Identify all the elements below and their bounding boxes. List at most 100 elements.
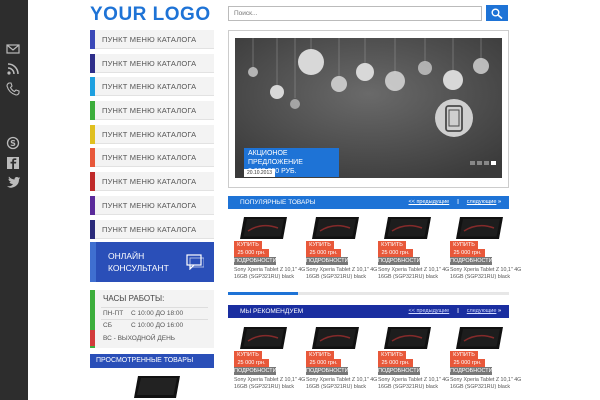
details-button[interactable]: ПОДРОБНОСТИ: [450, 257, 493, 265]
menu-item-8[interactable]: ПУНКТ МЕНЮ КАТАЛОГА: [90, 195, 214, 215]
prev-link[interactable]: << предыдущие: [409, 308, 450, 314]
site-logo[interactable]: YOUR LOGO: [90, 4, 211, 26]
product-image[interactable]: [306, 326, 361, 352]
menu-item-1[interactable]: ПУНКТ МЕНЮ КАТАЛОГА: [90, 30, 214, 49]
details-button[interactable]: ПОДРОБНОСТИ: [234, 367, 277, 375]
product-image[interactable]: [306, 216, 361, 242]
hours-time: С 10:00 ДО 16:00: [131, 322, 184, 329]
viewed-product-thumbnail[interactable]: [132, 374, 182, 400]
product-image[interactable]: [378, 326, 433, 352]
menu-item-label: ПУНКТ МЕНЮ КАТАЛОГА: [102, 82, 197, 92]
twitter-icon[interactable]: [6, 176, 20, 190]
details-button[interactable]: ПОДРОБНОСТИ: [378, 257, 421, 265]
slider-dot[interactable]: [484, 161, 489, 165]
banner-slider[interactable]: АКЦИОНОЕ ПРЕДЛОЖЕНИЕ 2 000 000 РУБ. 20.1…: [228, 30, 509, 188]
menu-color-bar: [90, 101, 95, 121]
recommended-products-list: КУПИТЬ 25 000 грн. ПОДРОБНОСТИ Sony Xperia …: [228, 322, 521, 400]
menu-item-6[interactable]: ПУНКТ МЕНЮ КАТАЛОГА: [90, 148, 214, 168]
next-arrow-icon[interactable]: »: [498, 199, 501, 205]
slider-dot[interactable]: [477, 161, 482, 165]
product-name[interactable]: Sony Xperia Tablet Z 10,1" 4G 16GB (SGP3…: [378, 267, 450, 281]
promo-line-1: АКЦИОНОЕ ПРЕДЛОЖЕНИЕ: [248, 150, 303, 166]
menu-item-9[interactable]: ПУНКТ МЕНЮ КАТАЛОГА: [90, 219, 214, 239]
social-rail: S: [0, 0, 28, 400]
viewed-products-header[interactable]: ПРОСМОТРЕННЫЕ ТОВАРЫ: [90, 354, 214, 368]
next-arrow-icon[interactable]: »: [498, 308, 501, 314]
product-name[interactable]: Sony Xperia Tablet Z 10,1" 4G 16GB (SGP3…: [450, 377, 522, 391]
details-button[interactable]: ПОДРОБНОСТИ: [306, 367, 349, 375]
buy-button[interactable]: КУПИТЬ: [306, 351, 334, 359]
product-image[interactable]: [378, 216, 433, 242]
search-input[interactable]: [228, 6, 482, 21]
menu-color-bar: [90, 53, 95, 73]
menu-item-label: ПУНКТ МЕНЮ КАТАЛОГА: [102, 153, 197, 163]
menu-item-5[interactable]: ПУНКТ МЕНЮ КАТАЛОГА: [90, 124, 214, 144]
product-name[interactable]: Sony Xperia Tablet Z 10,1" 4G 16GB (SGP3…: [378, 377, 450, 391]
details-button[interactable]: ПОДРОБНОСТИ: [450, 367, 493, 375]
buy-button[interactable]: КУПИТЬ: [306, 241, 334, 249]
buy-button[interactable]: КУПИТЬ: [450, 241, 478, 249]
prev-link[interactable]: << предыдущие: [409, 199, 450, 205]
facebook-icon[interactable]: [6, 156, 20, 170]
consult-label: ОНЛАЙН КОНСУЛЬТАНТ: [108, 250, 169, 274]
buy-button[interactable]: КУПИТЬ: [450, 351, 478, 359]
product-price: 25 000 грн.: [450, 249, 485, 257]
slider-dot[interactable]: [470, 161, 475, 165]
details-button[interactable]: ПОДРОБНОСТИ: [234, 257, 277, 265]
hours-time: С 10:00 ДО 18:00: [131, 310, 184, 317]
product-name[interactable]: Sony Xperia Tablet Z 10,1" 4G 16GB (SGP3…: [306, 377, 378, 391]
menu-color-bar: [90, 172, 95, 192]
product-name[interactable]: Sony Xperia Tablet Z 10,1" 4G 16GB (SGP3…: [234, 377, 306, 391]
hours-weekend-label: ВС - ВЫХОДНОЙ ДЕНЬ: [103, 335, 176, 342]
divider: [101, 319, 208, 320]
product-name[interactable]: Sony Xperia Tablet Z 10,1" 4G 16GB (SGP3…: [306, 267, 378, 281]
phone-icon[interactable]: [6, 82, 20, 96]
catalog-menu: ПУНКТ МЕНЮ КАТАЛОГА ПУНКТ МЕНЮ КАТАЛОГА …: [90, 30, 214, 243]
product-image[interactable]: [450, 216, 505, 242]
banner-image: АКЦИОНОЕ ПРЕДЛОЖЕНИЕ 2 000 000 РУБ. 20.1…: [235, 38, 502, 178]
hours-day: ПН-ПТ: [103, 310, 124, 317]
rss-icon[interactable]: [6, 62, 20, 76]
product-image[interactable]: [234, 216, 289, 242]
section-title: МЫ РЕКОМЕНДУЕМ: [240, 308, 304, 315]
consult-line-2: КОНСУЛЬТАНТ: [108, 263, 169, 273]
product-image[interactable]: [234, 326, 289, 352]
menu-item-label: ПУНКТ МЕНЮ КАТАЛОГА: [102, 224, 197, 234]
menu-item-label: ПУНКТ МЕНЮ КАТАЛОГА: [102, 200, 197, 210]
product-price: 25 000 грн.: [378, 359, 413, 367]
nav-separator: |: [457, 199, 459, 205]
buy-button[interactable]: КУПИТЬ: [378, 241, 406, 249]
buy-button[interactable]: КУПИТЬ: [234, 241, 262, 249]
product-name[interactable]: Sony Xperia Tablet Z 10,1" 4G 16GB (SGP3…: [234, 267, 306, 281]
next-link[interactable]: следующие: [467, 199, 497, 205]
online-consultant-button[interactable]: ОНЛАЙН КОНСУЛЬТАНТ: [90, 242, 214, 282]
skype-icon[interactable]: S: [6, 136, 20, 150]
product-price: 25 000 грн.: [306, 249, 341, 257]
hours-row-weekdays: ПН-ПТ С 10:00 ДО 18:00: [103, 310, 183, 317]
details-button[interactable]: ПОДРОБНОСТИ: [306, 257, 349, 265]
menu-item-label: ПУНКТ МЕНЮ КАТАЛОГА: [102, 58, 197, 68]
buy-button[interactable]: КУПИТЬ: [234, 351, 262, 359]
search-icon: [491, 8, 503, 19]
popular-products-scrollbar[interactable]: [228, 292, 509, 295]
menu-item-2[interactable]: ПУНКТ МЕНЮ КАТАЛОГА: [90, 53, 214, 73]
divider: [101, 307, 208, 308]
consult-line-1: ОНЛАЙН: [108, 251, 145, 261]
menu-color-bar: [90, 148, 95, 168]
menu-item-label: ПУНКТ МЕНЮ КАТАЛОГА: [102, 177, 197, 187]
section-nav: << предыдущие | следующие »: [409, 199, 502, 205]
slider-dot-active[interactable]: [491, 161, 496, 165]
mail-icon[interactable]: [6, 42, 20, 56]
next-link[interactable]: следующие: [467, 308, 497, 314]
product-name[interactable]: Sony Xperia Tablet Z 10,1" 4G 16GB (SGP3…: [450, 267, 522, 281]
menu-item-3[interactable]: ПУНКТ МЕНЮ КАТАЛОГА: [90, 77, 214, 97]
product-image[interactable]: [450, 326, 505, 352]
menu-item-7[interactable]: ПУНКТ МЕНЮ КАТАЛОГА: [90, 172, 214, 192]
svg-text:S: S: [10, 139, 16, 148]
menu-item-4[interactable]: ПУНКТ МЕНЮ КАТАЛОГА: [90, 101, 214, 121]
product-price: 25 000 грн.: [306, 359, 341, 367]
search-button[interactable]: [486, 5, 508, 21]
scroll-thumb[interactable]: [228, 292, 299, 295]
details-button[interactable]: ПОДРОБНОСТИ: [378, 367, 421, 375]
buy-button[interactable]: КУПИТЬ: [378, 351, 406, 359]
